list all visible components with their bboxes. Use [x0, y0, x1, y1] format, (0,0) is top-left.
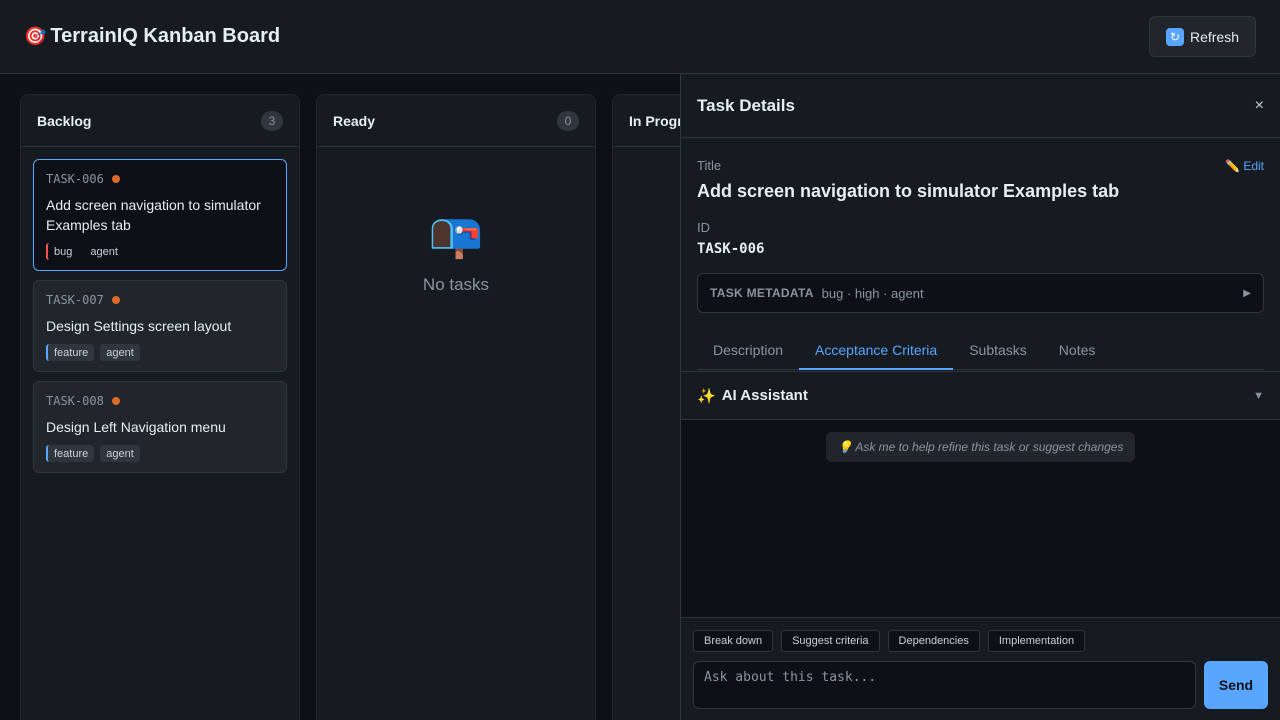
refresh-label: Refresh [1189, 28, 1239, 45]
task-title: Design Settings screen layout [46, 318, 232, 334]
empty-text: No tasks [422, 275, 490, 294]
column-backlog: Backlog 3 TASK-006 Add screen navigation… [20, 94, 300, 720]
brand: 🎯 TerrainIQ Kanban Board [24, 25, 280, 48]
edit-button[interactable]: ✏️ Edit [1225, 159, 1264, 173]
column-count-badge: 0 [557, 110, 579, 131]
task-id: TASK-007 [46, 293, 104, 307]
chip-suggest-criteria[interactable]: Suggest criteria [781, 630, 880, 652]
type-tag: feature [46, 344, 95, 361]
mailbox-icon: 📭 [428, 211, 484, 260]
task-id: TASK-008 [46, 394, 104, 408]
task-metadata-toggle[interactable]: TASK METADATA bug · high · agent ▶ [697, 273, 1264, 313]
refresh-button[interactable]: ↻ Refresh [1148, 16, 1256, 57]
task-title: Add screen navigation to simulator Examp… [46, 197, 261, 233]
collapse-arrow-icon[interactable]: ▼ [1253, 390, 1264, 402]
type-tag: feature [46, 445, 95, 462]
task-id: TASK-006 [46, 172, 104, 186]
metadata-summary: bug · high · agent [821, 285, 924, 301]
column-title: Ready [333, 112, 376, 129]
ai-assistant-header[interactable]: ✨ AI Assistant ▼ [681, 372, 1280, 420]
priority-dot [111, 397, 120, 405]
task-title: Design Left Navigation menu [46, 419, 226, 435]
app-title: TerrainIQ Kanban Board [50, 25, 281, 47]
priority-dot [111, 296, 120, 304]
type-tag: bug [46, 243, 78, 260]
tab-description[interactable]: Description [697, 331, 799, 370]
sparkles-icon: ✨ [697, 387, 716, 405]
column-ready: Ready 0 📭 No tasks [316, 94, 596, 720]
ai-assistant-title: AI Assistant [721, 387, 808, 404]
id-value: TASK-006 [697, 241, 765, 257]
detail-tabs: Description Acceptance Criteria Subtasks… [697, 331, 1264, 370]
ask-input[interactable] [693, 661, 1196, 709]
app-header: 🎯 TerrainIQ Kanban Board ↻ Refresh [0, 0, 1280, 74]
task-title-value: Add screen navigation to simulator Examp… [697, 181, 1120, 201]
ai-assistant: ✨ AI Assistant ▼ 💡 Ask me to help refine… [681, 371, 1280, 720]
assignee-tag: agent [100, 344, 140, 361]
panel-title: Task Details [697, 95, 795, 115]
chip-break-down[interactable]: Break down [693, 630, 774, 652]
expand-arrow-icon: ▶ [1243, 287, 1251, 299]
assignee-tag: agent [90, 245, 118, 258]
target-icon: 🎯 [24, 26, 47, 46]
task-card-007[interactable]: TASK-007 Design Settings screen layout f… [33, 280, 287, 372]
refresh-icon: ↻ [1165, 27, 1184, 46]
tab-subtasks[interactable]: Subtasks [953, 331, 1043, 370]
quick-actions: Break down Suggest criteria Dependencies… [693, 630, 1268, 652]
task-details-panel: Task Details × Title ✏️ Edit Add screen … [680, 74, 1280, 720]
chip-dependencies[interactable]: Dependencies [887, 630, 980, 652]
id-label: ID [697, 220, 710, 235]
panel-header: Task Details × [681, 74, 1280, 138]
empty-state: 📭 No tasks [317, 147, 595, 295]
ai-input-area: Break down Suggest criteria Dependencies… [681, 617, 1280, 720]
ai-hint: 💡 Ask me to help refine this task or sug… [825, 432, 1136, 462]
task-card-006[interactable]: TASK-006 Add screen navigation to simula… [33, 159, 287, 271]
card-list: TASK-006 Add screen navigation to simula… [21, 147, 299, 494]
chip-implementation[interactable]: Implementation [987, 630, 1086, 652]
task-card-008[interactable]: TASK-008 Design Left Navigation menu fea… [33, 381, 287, 473]
send-button[interactable]: Send [1204, 661, 1268, 709]
priority-dot [111, 175, 120, 183]
column-title: Backlog [37, 112, 92, 129]
assignee-tag: agent [100, 445, 140, 462]
column-header: Ready 0 [317, 95, 595, 147]
column-count-badge: 3 [261, 110, 283, 131]
title-label: Title [697, 158, 722, 173]
column-header: Backlog 3 [21, 95, 299, 147]
close-icon[interactable]: × [1255, 97, 1264, 115]
tab-notes[interactable]: Notes [1043, 331, 1112, 370]
metadata-label: TASK METADATA [710, 286, 814, 300]
tab-acceptance-criteria[interactable]: Acceptance Criteria [799, 331, 954, 370]
